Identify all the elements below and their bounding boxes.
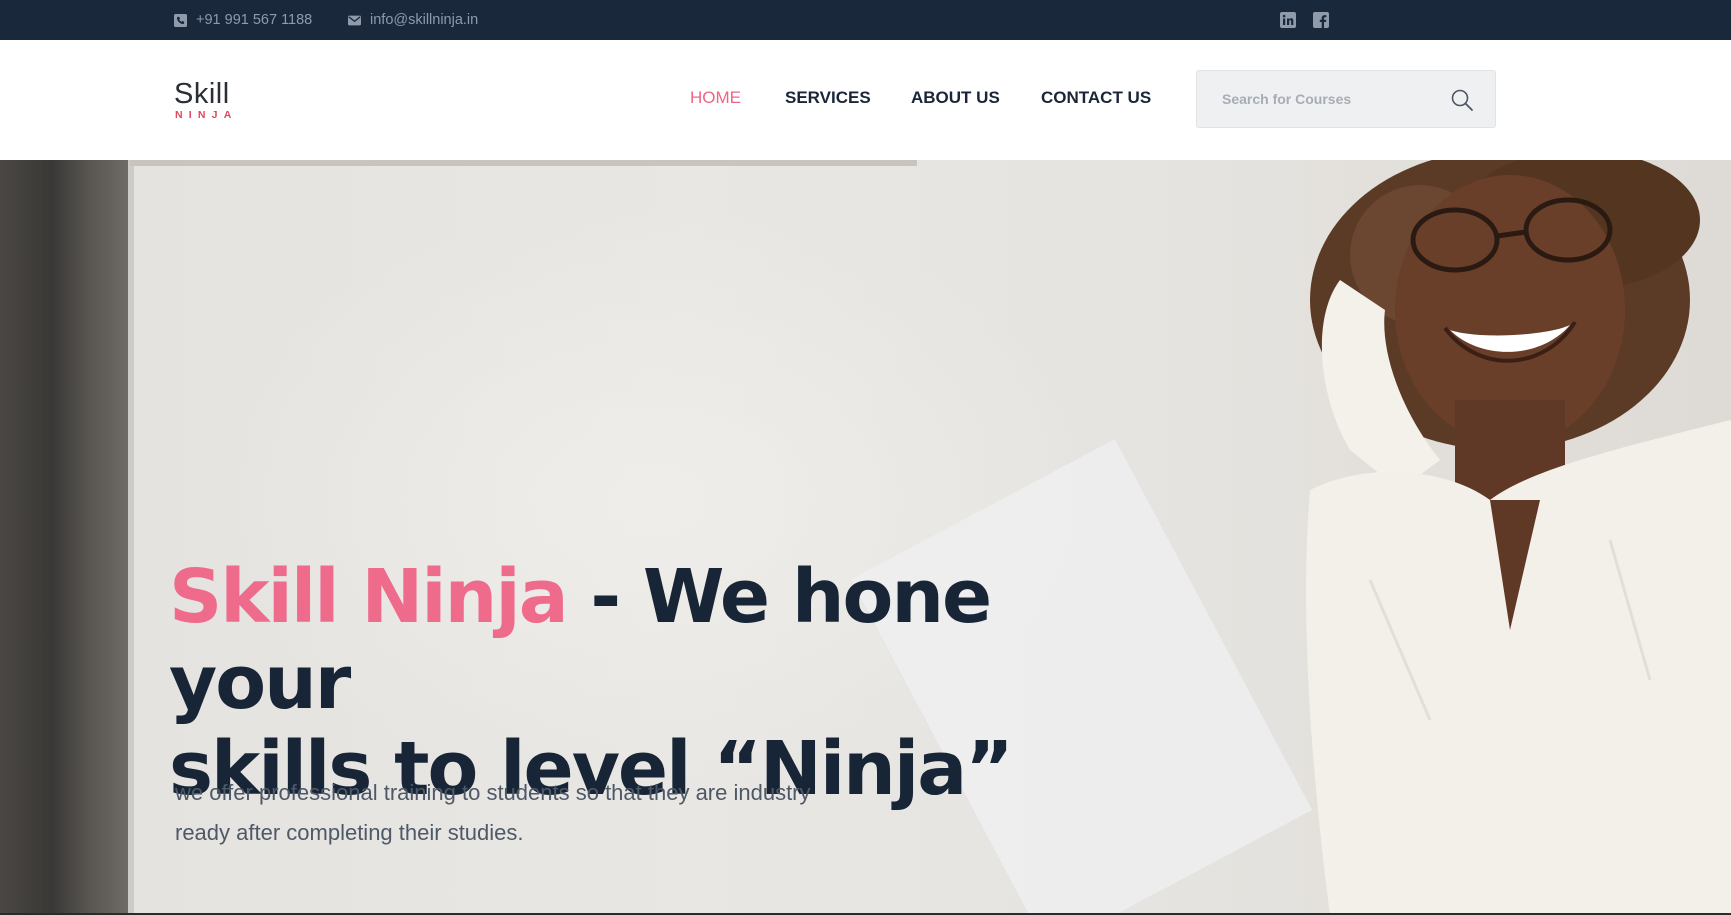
phone-number: +91 991 567 1188 [196, 12, 313, 28]
facebook-link[interactable] [1313, 12, 1329, 28]
linkedin-link[interactable] [1280, 12, 1296, 28]
facebook-icon [1313, 12, 1329, 28]
top-bar: +91 991 567 1188 info@skillninja.in [0, 0, 1731, 40]
email-address: info@skillninja.in [370, 12, 479, 28]
logo-wordmark: Skill [174, 78, 230, 110]
main-header: Skill NINJA HOME SERVICES ABOUT US CONTA… [0, 40, 1731, 160]
search-input[interactable] [1197, 71, 1447, 127]
hero-description: we offer professional training to studen… [175, 773, 935, 853]
phone-contact[interactable]: +91 991 567 1188 [174, 0, 312, 40]
nav-item-contact-us[interactable]: CONTACT US [1041, 88, 1151, 108]
email-contact[interactable]: info@skillninja.in [348, 0, 478, 40]
nav-item-about-us[interactable]: ABOUT US [911, 88, 1000, 108]
hero-headline-brand: Skill Ninja [169, 554, 569, 640]
logo-subtitle: NINJA [175, 109, 238, 121]
hero-top-strip [130, 160, 917, 166]
hero-description-line2: ready after completing their studies. [175, 820, 524, 845]
linkedin-icon [1280, 12, 1296, 28]
hero-frame-edge [128, 160, 134, 915]
nav-item-home[interactable]: HOME [690, 88, 741, 108]
course-search [1196, 70, 1496, 128]
hero-woman-illustration [1306, 160, 1731, 915]
envelope-icon [348, 15, 361, 25]
hero-section: Skill Ninja - We hone your skills to lev… [0, 160, 1731, 915]
search-button[interactable] [1449, 87, 1475, 113]
site-logo[interactable]: Skill NINJA [174, 78, 244, 124]
nav-item-services[interactable]: SERVICES [785, 88, 871, 108]
search-icon [1451, 89, 1473, 111]
hero-description-line1: we offer professional training to studen… [175, 780, 811, 805]
hero-doorframe-image [0, 160, 130, 915]
phone-icon [174, 13, 187, 27]
